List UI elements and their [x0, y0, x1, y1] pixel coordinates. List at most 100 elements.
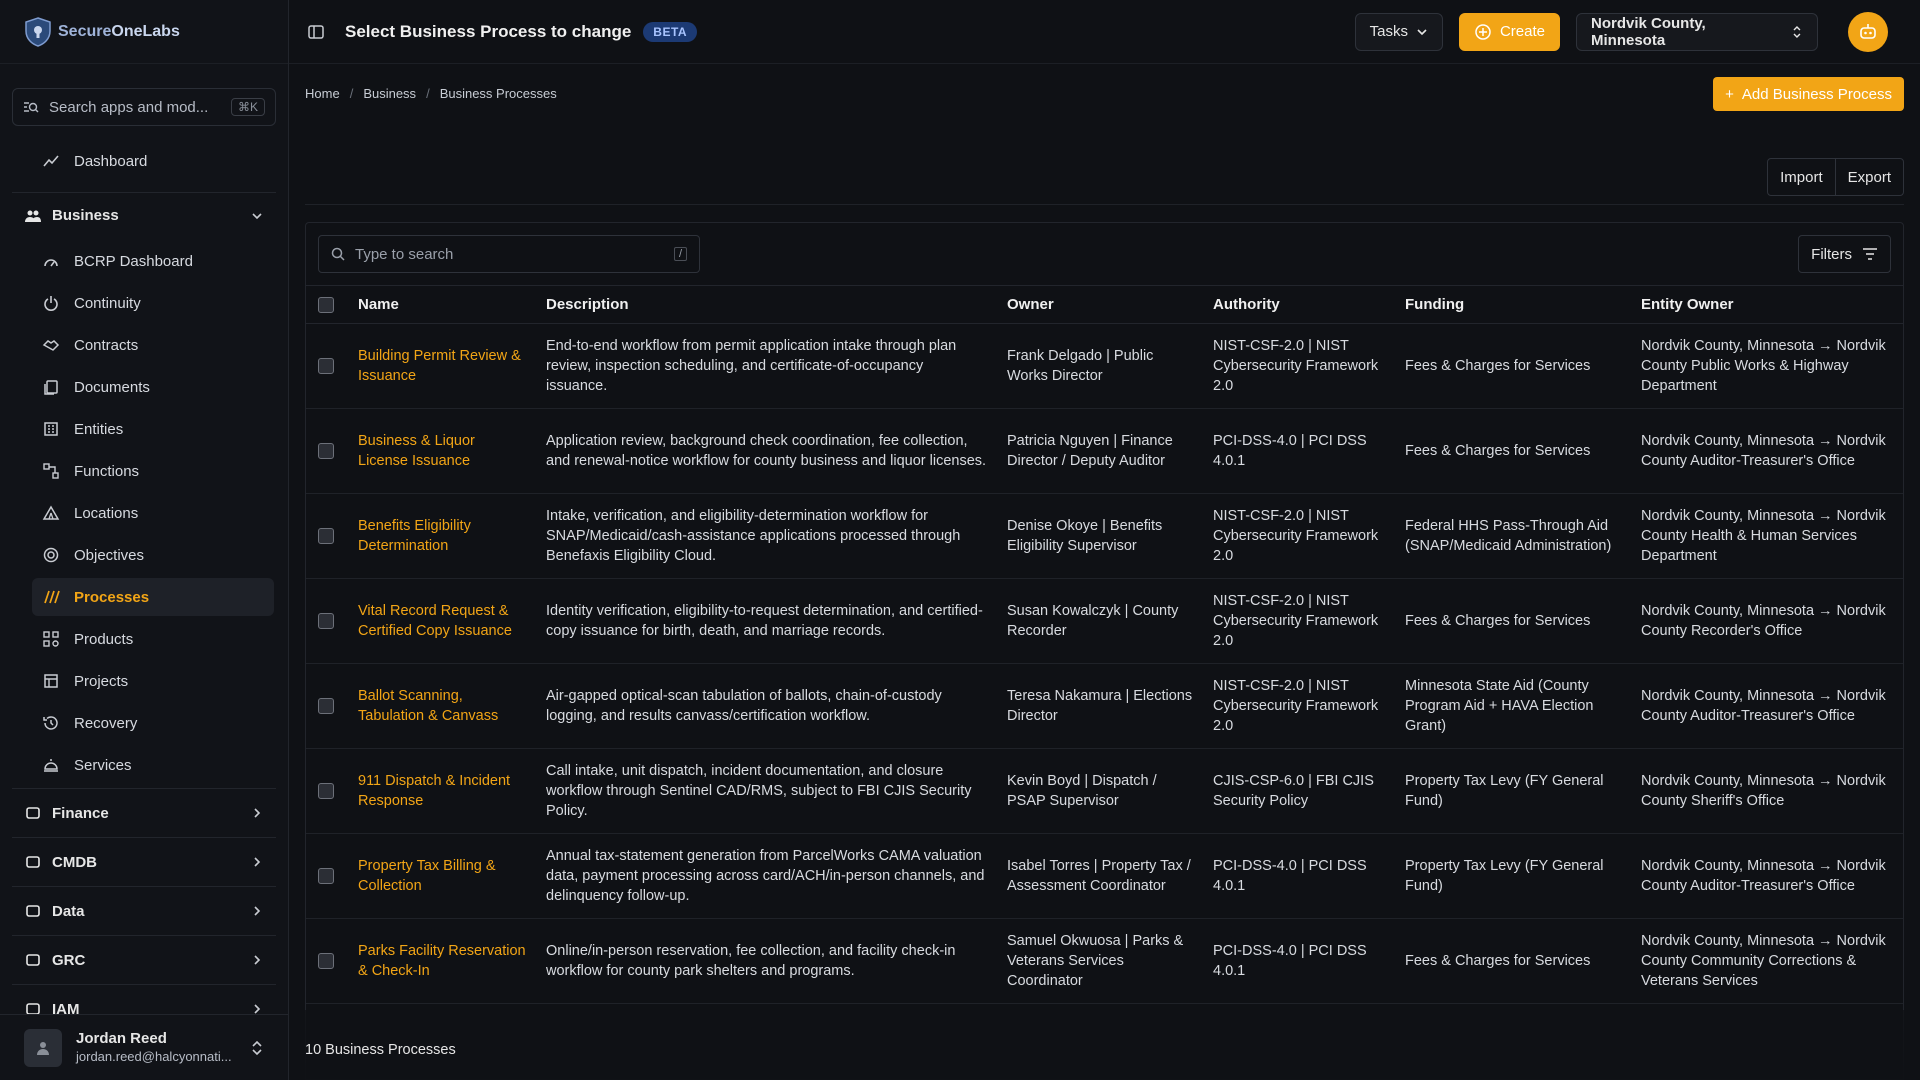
row-select-cell — [306, 918, 348, 1004]
breadcrumb-home[interactable]: Home — [305, 86, 340, 101]
process-name-link[interactable]: Business & Liquor License Issuance — [348, 408, 536, 494]
row-checkbox[interactable] — [318, 698, 334, 714]
process-name-link[interactable]: Building Permit Review & Issuance — [348, 323, 536, 409]
sidebar-item-products[interactable]: Products — [32, 620, 274, 658]
process-owner: Kevin Boyd | Dispatch / PSAP Supervisor — [997, 748, 1203, 834]
column-header-authority[interactable]: Authority — [1203, 285, 1395, 324]
add-business-process-button[interactable]: + Add Business Process — [1713, 77, 1904, 111]
sidebar-item-continuity[interactable]: Continuity — [32, 284, 274, 322]
process-name-link[interactable]: Parks Facility Reservation & Check-In — [348, 918, 536, 1004]
process-name-link[interactable]: Property Tax Billing & Collection — [348, 833, 536, 919]
column-header-owner[interactable]: Owner — [997, 285, 1203, 324]
table-row[interactable]: Business & Liquor License Issuance Applic… — [306, 408, 1903, 494]
create-button[interactable]: Create — [1458, 12, 1560, 51]
row-select-cell — [306, 408, 348, 494]
row-select-cell — [306, 833, 348, 919]
process-funding: Fees & Charges for Services — [1395, 323, 1631, 409]
process-description: End-to-end workflow from permit applicat… — [536, 323, 997, 409]
sidebar-item-objectives[interactable]: Objectives — [32, 536, 274, 574]
process-description: Call intake, unit dispatch, incident doc… — [536, 748, 997, 834]
row-checkbox[interactable] — [318, 868, 334, 884]
footer-bar — [289, 1010, 1920, 1080]
row-checkbox[interactable] — [318, 528, 334, 544]
process-owner: Susan Kowalczyk | County Recorder — [997, 578, 1203, 664]
org-selector[interactable]: Nordvik County, Minnesota — [1576, 12, 1818, 51]
sidebar-group-finance[interactable]: Finance — [12, 788, 276, 837]
select-all-checkbox[interactable] — [318, 296, 334, 313]
breadcrumb-business[interactable]: Business — [363, 86, 416, 101]
column-header-funding[interactable]: Funding — [1395, 285, 1631, 324]
sidebar-item-functions[interactable]: Functions — [32, 452, 274, 490]
sidebar-toggle-icon[interactable] — [307, 23, 325, 41]
process-entity-owner: Nordvik County, Minnesota → Nordvik Coun… — [1631, 833, 1903, 919]
sidebar-group-grc[interactable]: GRC — [12, 935, 276, 984]
process-entity-owner: Nordvik County, Minnesota → Nordvik Coun… — [1631, 663, 1903, 749]
sidebar-item-bcrp-dashboard[interactable]: BCRP Dashboard — [32, 242, 274, 280]
row-checkbox[interactable] — [318, 783, 334, 799]
sidebar-item-label: Entities — [74, 420, 124, 438]
sidebar-item-label: Objectives — [74, 546, 145, 564]
sidebar-item-documents[interactable]: Documents — [32, 368, 274, 406]
chevrons-updown-icon — [1793, 25, 1801, 38]
sidebar-group-data[interactable]: Data — [12, 886, 276, 935]
process-authority: NIST-CSF-2.0 | NIST Cybersecurity Framew… — [1203, 323, 1395, 409]
row-checkbox[interactable] — [318, 613, 334, 629]
process-authority: NIST-CSF-2.0 | NIST Cybersecurity Framew… — [1203, 493, 1395, 579]
process-entity-owner: Nordvik County, Minnesota → Nordvik Coun… — [1631, 578, 1903, 664]
table-row[interactable]: Benefits Eligibility Determination Intake… — [306, 493, 1903, 579]
process-description: Annual tax-statement generation from Par… — [536, 833, 997, 919]
help-bot-button[interactable] — [1848, 11, 1888, 52]
export-button[interactable]: Export — [1834, 159, 1903, 195]
filters-button[interactable]: Filters — [1798, 235, 1891, 273]
brand-logo[interactable]: SecureOneLabs — [0, 0, 288, 64]
row-checkbox[interactable] — [318, 953, 334, 969]
process-name-link[interactable]: Benefits Eligibility Determination — [348, 493, 536, 579]
import-button[interactable]: Import — [1768, 159, 1835, 195]
handshake-icon — [42, 340, 60, 351]
sidebar-item-contracts[interactable]: Contracts — [32, 326, 274, 364]
tasks-label: Tasks — [1369, 23, 1408, 40]
slashes-icon — [44, 590, 60, 604]
tasks-dropdown[interactable]: Tasks — [1354, 12, 1443, 51]
app-search-input[interactable]: Search apps and mod... ⌘K — [12, 88, 276, 126]
row-checkbox[interactable] — [318, 443, 334, 459]
app-root: SecureOneLabs Search apps and mod... ⌘K … — [0, 0, 1920, 1080]
sidebar-item-label: Documents — [74, 378, 150, 396]
table-row[interactable]: Vital Record Request & Certified Copy Is… — [306, 578, 1903, 664]
sidebar: SecureOneLabs Search apps and mod... ⌘K … — [0, 0, 289, 1080]
sidebar-item-entities[interactable]: Entities — [32, 410, 274, 448]
sidebar-item-processes[interactable]: Processes — [32, 578, 274, 616]
process-entity-owner: Nordvik County, Minnesota → Nordvik Coun… — [1631, 918, 1903, 1004]
chevron-right-icon — [254, 808, 261, 818]
column-header-entity-owner[interactable]: Entity Owner — [1631, 285, 1903, 324]
table-row[interactable]: Parks Facility Reservation & Check-In Onl… — [306, 918, 1903, 1004]
column-header-name[interactable]: Name — [348, 285, 536, 324]
table-row[interactable]: 911 Dispatch & Incident Response Call int… — [306, 748, 1903, 834]
user-menu[interactable]: Jordan Reed jordan.reed@halcyonnati... — [0, 1014, 288, 1080]
column-header-description[interactable]: Description — [536, 285, 997, 324]
select-all-cell — [306, 285, 348, 324]
sidebar-group-business[interactable]: Business — [12, 192, 276, 238]
row-select-cell — [306, 748, 348, 834]
process-name-link[interactable]: 911 Dispatch & Incident Response — [348, 748, 536, 834]
breadcrumb-sep: / — [349, 86, 354, 101]
row-checkbox[interactable] — [318, 358, 334, 374]
chevrons-updown-icon — [252, 1040, 262, 1055]
sidebar-item-locations[interactable]: Locations — [32, 494, 274, 532]
sidebar-item-label: Contracts — [74, 336, 139, 354]
sidebar-group-cmdb[interactable]: CMDB — [12, 837, 276, 886]
sidebar-item-recovery[interactable]: Recovery — [32, 704, 274, 742]
table-body: Building Permit Review & Issuance End-to-… — [306, 323, 1903, 1004]
chevron-down-icon — [252, 212, 262, 219]
table-row[interactable]: Building Permit Review & Issuance End-to-… — [306, 323, 1903, 409]
sidebar-item-dashboard[interactable]: Dashboard — [32, 142, 274, 180]
table-search-input[interactable]: Type to search / — [318, 235, 700, 273]
sidebar-item-projects[interactable]: Projects — [32, 662, 274, 700]
table-row[interactable]: Ballot Scanning, Tabulation & Canvass Air… — [306, 663, 1903, 749]
org-label: Nordvik County, Minnesota — [1591, 14, 1706, 49]
process-name-link[interactable]: Vital Record Request & Certified Copy Is… — [348, 578, 536, 664]
table-row[interactable]: Property Tax Billing & Collection Annual … — [306, 833, 1903, 919]
process-name-link[interactable]: Ballot Scanning, Tabulation & Canvass — [348, 663, 536, 749]
sidebar-item-services[interactable]: Services — [32, 746, 274, 784]
process-entity-owner: Nordvik County, Minnesota → Nordvik Coun… — [1631, 408, 1903, 494]
